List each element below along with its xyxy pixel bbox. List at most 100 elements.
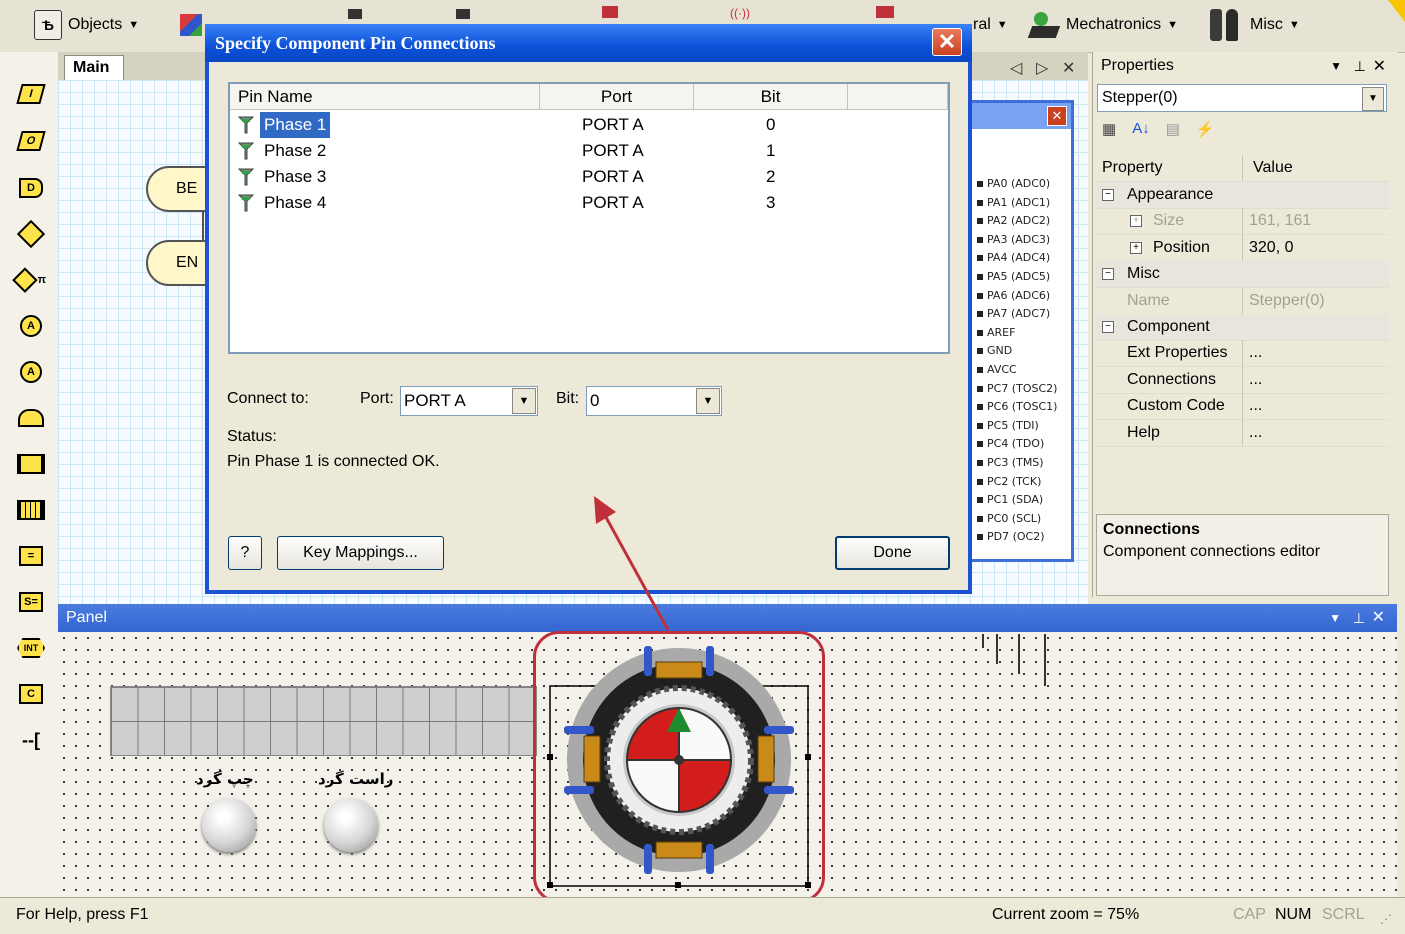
expand-icon[interactable]: +: [1130, 215, 1142, 228]
property-row[interactable]: Connections...: [1096, 366, 1389, 394]
bit-cell: 2: [766, 167, 776, 186]
lcd-display-component[interactable]: [110, 686, 537, 756]
calculation-tool[interactable]: =: [16, 542, 46, 570]
interrupt-icon: INT: [17, 638, 45, 658]
chevron-down-icon: ▼: [696, 388, 720, 414]
collapse-icon[interactable]: −: [1102, 321, 1114, 333]
misc-menu-button[interactable]: Misc ▼: [1208, 9, 1300, 41]
component-icon[interactable]: [602, 6, 618, 18]
wireless-icon[interactable]: ((·)): [730, 6, 760, 20]
chevron-down-icon[interactable]: ▼: [1329, 604, 1341, 632]
tab-prev-button[interactable]: ◁: [1010, 58, 1022, 78]
component-icon[interactable]: [456, 9, 470, 19]
pin-row[interactable]: Phase 2 PORT A 1: [232, 138, 948, 164]
property-row[interactable]: Ext Properties...: [1096, 340, 1389, 368]
property-value[interactable]: ...: [1249, 367, 1262, 393]
end-label: EN: [176, 254, 199, 271]
pin-row[interactable]: Phase 3 PORT A 2: [232, 164, 948, 190]
switch-icon: [12, 267, 38, 293]
object-selector[interactable]: Stepper(0) ▼: [1097, 84, 1387, 112]
output-tool[interactable]: O: [16, 127, 46, 155]
column-header-bit[interactable]: Bit: [694, 84, 848, 110]
pin-connector-icon: [237, 141, 255, 161]
connection-point-tool[interactable]: A: [16, 312, 46, 340]
resize-grip-icon[interactable]: ⋰: [1380, 912, 1392, 926]
comment-tool[interactable]: --[: [16, 726, 46, 754]
done-button[interactable]: Done: [835, 536, 950, 570]
cube-toolbar-button[interactable]: [180, 9, 202, 41]
stepper-motor-component[interactable]: [540, 636, 820, 894]
pin-connector-icon: [237, 115, 255, 135]
property-row[interactable]: Name Stepper(0): [1096, 287, 1389, 315]
chevron-down-icon: ▼: [128, 19, 140, 31]
alphabetical-icon[interactable]: A↓: [1132, 120, 1150, 138]
key-mappings-button[interactable]: Key Mappings...: [277, 536, 444, 570]
property-value[interactable]: ...: [1249, 420, 1262, 446]
left-button-label: چپ گرد: [196, 770, 254, 788]
pin-row[interactable]: Phase 1 PORT A 0: [232, 112, 948, 138]
port-select[interactable]: PORT A ▼: [400, 386, 538, 416]
expand-icon[interactable]: +: [1130, 241, 1142, 254]
bit-cell: 3: [766, 193, 776, 212]
close-icon[interactable]: ✕: [1047, 106, 1067, 126]
tab-next-button[interactable]: ▷: [1036, 58, 1048, 78]
column-header-pin-name[interactable]: Pin Name: [230, 84, 540, 110]
component-icon[interactable]: [348, 9, 362, 19]
pin-icon[interactable]: ⊥: [1354, 58, 1366, 75]
close-document-button[interactable]: ✕: [1062, 58, 1075, 78]
categorized-icon[interactable]: ▦: [1102, 120, 1116, 138]
property-value[interactable]: ...: [1249, 393, 1262, 419]
pin-list-view[interactable]: Pin Name Port Bit Phase 1 PORT A 0 Phase 2P…: [228, 82, 950, 354]
port-cell: PORT A: [582, 141, 644, 160]
property-value[interactable]: 161, 161: [1249, 208, 1311, 234]
property-category[interactable]: − Appearance: [1096, 182, 1389, 209]
bit-select[interactable]: 0 ▼: [586, 386, 722, 416]
help-button[interactable]: ?: [228, 536, 262, 570]
pin-icon[interactable]: ⊥: [1353, 604, 1365, 632]
right-rotate-button[interactable]: [324, 798, 378, 852]
property-description-title: Connections: [1103, 521, 1200, 538]
dialog-close-button[interactable]: ✕: [932, 28, 962, 56]
chevron-down-icon[interactable]: ▼: [1330, 59, 1342, 73]
property-pages-icon[interactable]: ▤: [1166, 120, 1180, 138]
chip-pin-label: PC3 (TMS): [977, 456, 1044, 469]
property-category[interactable]: − Misc: [1096, 261, 1389, 289]
property-row[interactable]: + Size 161, 161: [1096, 208, 1389, 236]
property-value[interactable]: 320, 0: [1249, 235, 1293, 261]
decision-tool[interactable]: [16, 219, 46, 249]
mechatronics-menu-button[interactable]: Mechatronics ▼: [1027, 9, 1178, 41]
collapse-icon[interactable]: −: [1102, 268, 1114, 281]
component-icon[interactable]: [876, 6, 894, 18]
macro-tool[interactable]: [16, 450, 46, 478]
events-icon[interactable]: ⚡: [1196, 120, 1215, 138]
property-row[interactable]: + Position 320, 0: [1096, 234, 1389, 262]
pin-row[interactable]: Phase 4 PORT A 3: [232, 190, 948, 216]
chevron-down-icon[interactable]: ▼: [1362, 87, 1384, 111]
close-icon[interactable]: ✕: [1372, 604, 1385, 632]
property-value[interactable]: ...: [1249, 340, 1262, 366]
loop-tool[interactable]: [16, 404, 46, 432]
switch-tool[interactable]: π: [12, 266, 46, 294]
goto-tool[interactable]: A: [16, 358, 46, 386]
tab-main[interactable]: Main: [64, 55, 124, 81]
string-tool[interactable]: S=: [16, 588, 46, 616]
component-macro-tool[interactable]: [16, 496, 46, 524]
column-header-port[interactable]: Port: [540, 84, 694, 110]
c-code-tool[interactable]: C: [16, 680, 46, 708]
property-value[interactable]: Stepper(0): [1249, 288, 1325, 314]
property-category[interactable]: − Component: [1096, 314, 1389, 341]
property-row[interactable]: Custom Code...: [1096, 393, 1389, 421]
properties-toolbar: ▦ A↓ ▤ ⚡: [1102, 120, 1215, 138]
delay-tool[interactable]: D: [16, 174, 46, 202]
close-icon[interactable]: ✕: [1373, 56, 1386, 76]
left-rotate-button[interactable]: [202, 798, 256, 852]
peripheral-menu-button[interactable]: ral ▼: [973, 9, 1008, 41]
collapse-icon[interactable]: −: [1102, 189, 1114, 201]
interrupt-tool[interactable]: INT: [16, 634, 46, 662]
pin-name-cell: Phase 4: [264, 193, 327, 212]
objects-menu-button[interactable]: Ѣ Objects ▼: [34, 9, 139, 41]
property-row[interactable]: Help...: [1096, 419, 1389, 447]
port-cell: PORT A: [582, 167, 644, 186]
panel-title: Panel: [66, 609, 107, 626]
input-tool[interactable]: I: [16, 80, 46, 108]
